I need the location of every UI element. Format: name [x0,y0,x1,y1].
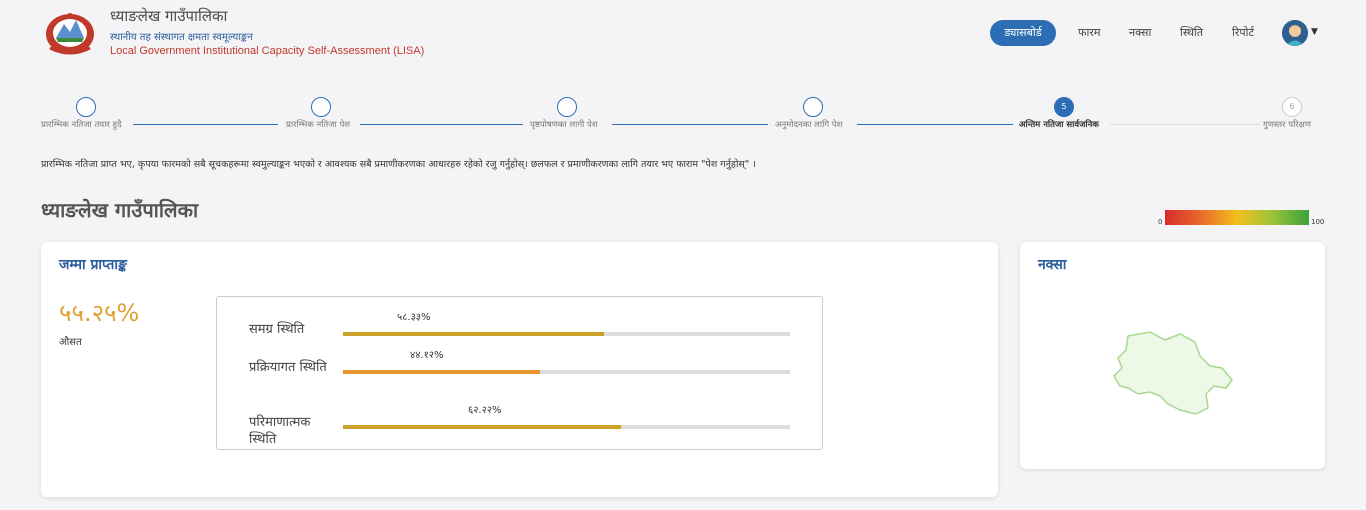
map-card: नक्सा [1020,242,1325,469]
map-card-title: नक्सा [1038,257,1067,273]
total-score-value: ५५.२५% [59,299,140,327]
bar-fill [343,332,604,336]
nepal-emblem-logo [46,13,94,55]
bar-track [343,332,790,336]
app-header: ध्याङलेख गाउँपालिका स्थानीय तह संस्थागत … [0,0,1366,75]
step-6-circle[interactable]: 6 [1282,97,1302,117]
step-connector [133,124,278,125]
step-6-label: गुणस्तर परिक्षण [1263,120,1312,130]
step-1-label: प्रारम्भिक नतिजा तयार हुदै [41,120,122,130]
step-3-circle[interactable] [557,97,577,117]
nav-dashboard[interactable]: ड्यासबोर्ड [990,20,1056,46]
legend-max: 100 [1311,218,1325,226]
bar-fill [343,370,541,374]
step-1-circle[interactable] [76,97,96,117]
step-5-label: अन्तिम नतिजा सार्वजनिक [1019,120,1099,130]
bar-label: समग्र स्थिति [249,322,305,337]
step-connector [857,124,1013,125]
brand-subtitle-en: Local Government Institutional Capacity … [110,45,425,57]
bar-value: ६२.२२% [468,405,502,416]
bar-fill [343,425,622,429]
step-5-circle[interactable]: 5 [1054,97,1074,117]
nav-status[interactable]: स्थिति [1180,20,1203,46]
total-score-card: जम्मा प्राप्ताङ्क ५५.२५% औसत ५८.३३% समग्… [41,242,998,497]
step-4-label: अनुमोदनका लागि पेश [775,120,843,130]
score-color-legend: 0 100 [1158,210,1328,228]
progress-stepper: प्रारम्भिक नतिजा तयार हुदै प्रारम्भिक नत… [0,90,1366,140]
bar-value: ५८.३३% [397,312,431,323]
step-3-label: पृष्ठपोषणका लागी पेश [530,120,598,130]
step-2-circle[interactable] [311,97,331,117]
user-avatar[interactable] [1282,20,1308,46]
legend-gradient [1165,210,1309,225]
brand-title: ध्याङलेख गाउँपालिका [110,7,228,25]
step-connector [612,124,768,125]
user-avatar-icon [1282,20,1308,46]
score-bars-panel: ५८.३३% समग्र स्थिति ४४.१२% प्रक्रियागत स… [216,296,823,450]
nav-report[interactable]: रिपोर्ट [1232,20,1254,46]
score-card-title: जम्मा प्राप्ताङ्क [59,257,127,273]
legend-min: 0 [1158,218,1163,226]
step-connector [360,124,523,125]
step-2-label: प्रारम्भिक नतिजा पेश [286,120,351,130]
bar-track [343,425,790,429]
instruction-text: प्रारम्भिक नतिजा प्राप्त भए, कृपया फारमक… [41,159,756,170]
bar-label: परिमाणात्मक स्थिति [249,415,311,447]
brand-subtitle: स्थानीय तह संस्थागत क्षमता स्वमूल्याङ्कन [110,32,253,43]
municipality-map-shape[interactable] [1110,328,1235,418]
step-4-circle[interactable] [803,97,823,117]
chevron-down-icon[interactable]: ▼ [1311,27,1318,37]
bar-label: प्रक्रियागत स्थिति [249,360,327,375]
bar-track [343,370,790,374]
bar-value: ४४.१२% [410,350,444,361]
nav-form[interactable]: फारम [1078,20,1100,46]
total-score-label: औसत [59,337,82,348]
page-title: ध्याङलेख गाउँपालिका [41,198,199,222]
step-connector [1110,124,1260,125]
nav-map[interactable]: नक्सा [1129,20,1151,46]
